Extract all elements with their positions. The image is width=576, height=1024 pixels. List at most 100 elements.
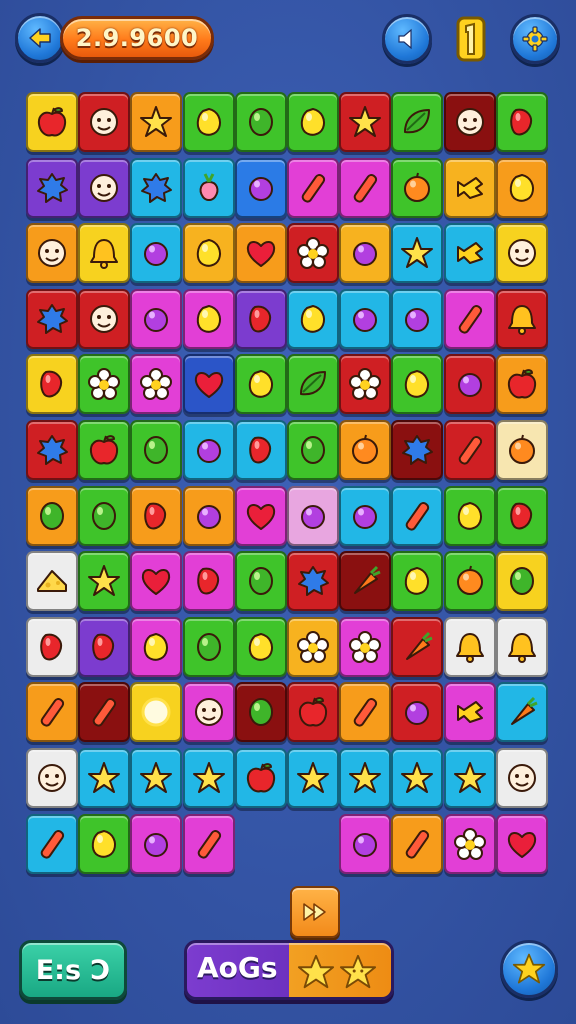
tile[interactable]: [391, 748, 444, 808]
tile[interactable]: [391, 551, 444, 612]
tile[interactable]: [339, 616, 392, 677]
tile[interactable]: [339, 288, 392, 349]
tile[interactable]: [78, 616, 131, 677]
tile[interactable]: [26, 551, 78, 612]
tile[interactable]: [287, 92, 339, 152]
tile[interactable]: [26, 682, 78, 743]
tile[interactable]: [443, 223, 496, 284]
tile[interactable]: [287, 157, 339, 218]
tile[interactable]: [130, 813, 183, 874]
tile[interactable]: [234, 92, 287, 152]
tile[interactable]: [26, 92, 78, 152]
tile[interactable]: [495, 223, 548, 284]
tile[interactable]: [234, 157, 287, 218]
tile[interactable]: [495, 616, 548, 677]
tile[interactable]: [130, 616, 183, 677]
tile[interactable]: [391, 420, 444, 480]
tile[interactable]: [287, 551, 339, 612]
tile[interactable]: [287, 616, 339, 677]
tile[interactable]: [78, 288, 131, 349]
tile[interactable]: [495, 92, 548, 152]
tile[interactable]: [130, 551, 183, 612]
tile[interactable]: [182, 223, 235, 284]
tile[interactable]: [391, 157, 444, 218]
tile[interactable]: [495, 157, 548, 218]
tile[interactable]: [78, 485, 131, 546]
tile[interactable]: [443, 551, 496, 612]
tile[interactable]: [234, 682, 287, 743]
tile[interactable]: [339, 682, 392, 743]
tile[interactable]: [130, 92, 183, 152]
tile[interactable]: [287, 485, 339, 546]
tile[interactable]: [391, 616, 444, 677]
tile[interactable]: [443, 420, 496, 480]
tile[interactable]: [287, 288, 339, 349]
tile[interactable]: [130, 485, 183, 546]
tile[interactable]: [287, 354, 339, 415]
tile[interactable]: [234, 485, 287, 546]
tile[interactable]: [339, 485, 392, 546]
tile[interactable]: [78, 813, 131, 874]
tile[interactable]: [130, 157, 183, 218]
tile[interactable]: [339, 420, 392, 480]
tile[interactable]: [130, 420, 183, 480]
tile[interactable]: [26, 288, 78, 349]
tile[interactable]: [234, 420, 287, 480]
tile[interactable]: [78, 223, 131, 284]
tile[interactable]: [339, 157, 392, 218]
tile[interactable]: [495, 682, 548, 743]
tile[interactable]: [339, 354, 392, 415]
tile[interactable]: [182, 682, 235, 743]
tile[interactable]: [78, 551, 131, 612]
tile[interactable]: [182, 813, 235, 874]
tile[interactable]: [443, 354, 496, 415]
tile[interactable]: [234, 551, 287, 612]
tile[interactable]: [182, 354, 235, 415]
tile[interactable]: [339, 223, 392, 284]
tile[interactable]: [443, 157, 496, 218]
tile[interactable]: [339, 551, 392, 612]
tile[interactable]: [182, 157, 235, 218]
tile[interactable]: [130, 354, 183, 415]
tile[interactable]: [26, 616, 78, 677]
tile[interactable]: [26, 420, 78, 480]
tile[interactable]: [339, 748, 392, 808]
tile[interactable]: [26, 157, 78, 218]
tile[interactable]: [182, 420, 235, 480]
tile[interactable]: [78, 157, 131, 218]
tile[interactable]: [130, 682, 183, 743]
combo-button[interactable]: AoGs: [184, 940, 394, 1000]
tile[interactable]: [495, 748, 548, 808]
tile[interactable]: [234, 288, 287, 349]
tile[interactable]: [495, 551, 548, 612]
tile[interactable]: [287, 748, 339, 808]
tile[interactable]: [443, 92, 496, 152]
tile[interactable]: [443, 682, 496, 743]
tile[interactable]: [443, 616, 496, 677]
tile[interactable]: [391, 813, 444, 874]
tile[interactable]: [234, 748, 287, 808]
tile[interactable]: [495, 354, 548, 415]
tile[interactable]: [443, 288, 496, 349]
tile[interactable]: [495, 288, 548, 349]
tile[interactable]: [78, 682, 131, 743]
tile[interactable]: [130, 223, 183, 284]
tile[interactable]: [443, 485, 496, 546]
star-button[interactable]: [500, 940, 558, 998]
tile[interactable]: [339, 92, 392, 152]
tile[interactable]: [391, 223, 444, 284]
tile[interactable]: [182, 485, 235, 546]
tile[interactable]: [130, 288, 183, 349]
tile[interactable]: [443, 748, 496, 808]
tile[interactable]: [234, 354, 287, 415]
tile[interactable]: [443, 813, 496, 874]
tile[interactable]: [287, 420, 339, 480]
tile[interactable]: [26, 485, 78, 546]
tile[interactable]: [495, 485, 548, 546]
tile[interactable]: [182, 551, 235, 612]
tile[interactable]: [287, 223, 339, 284]
tile[interactable]: [26, 354, 78, 415]
tile[interactable]: [78, 92, 131, 152]
tile[interactable]: [391, 288, 444, 349]
tile[interactable]: [391, 682, 444, 743]
